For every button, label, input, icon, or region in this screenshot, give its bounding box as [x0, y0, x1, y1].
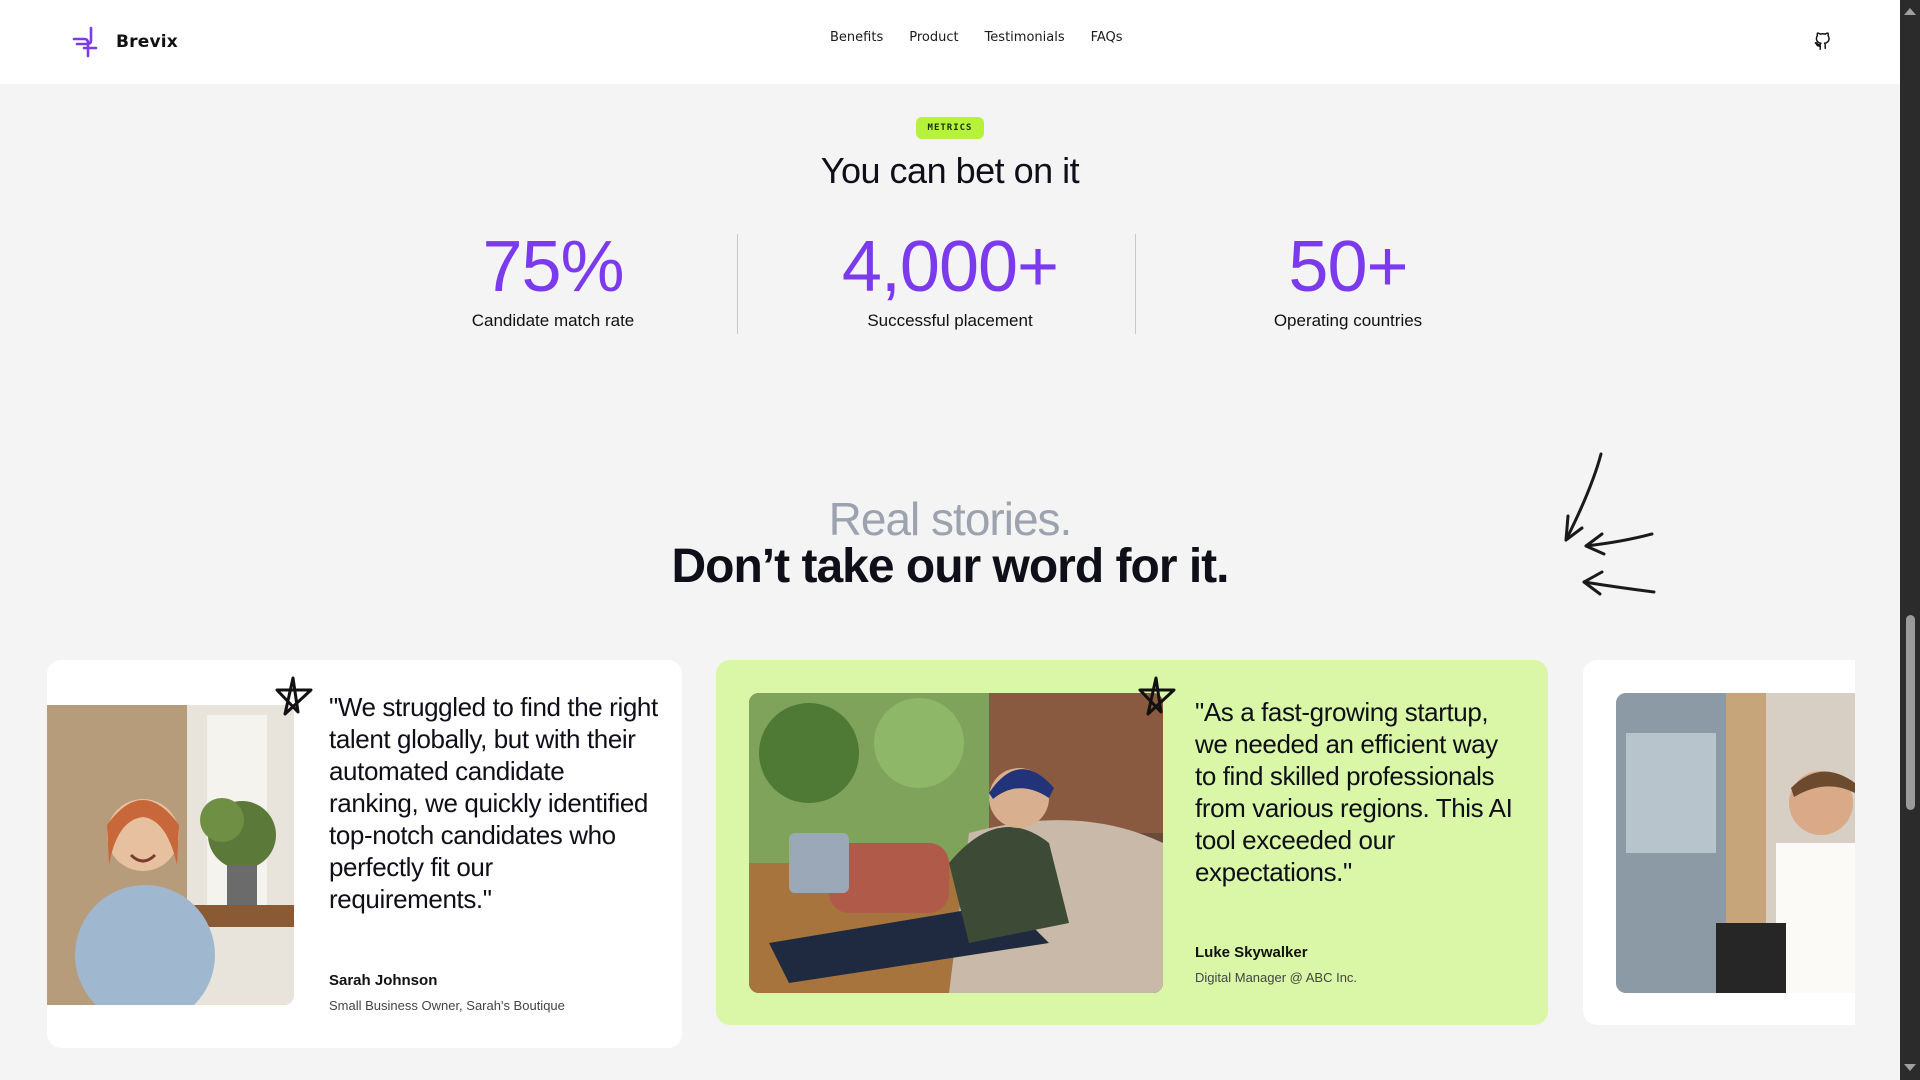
metric-divider — [1135, 234, 1136, 334]
testimonial-photo — [749, 693, 1163, 993]
hand-drawn-arrows-icon — [1564, 452, 1656, 596]
metric-value: 4,000+ — [841, 227, 1059, 307]
nav-testimonials[interactable]: Testimonials — [985, 30, 1065, 45]
testimonial-photo — [47, 705, 294, 1005]
brand-logo[interactable]: Brevix — [72, 26, 178, 58]
nav-benefits[interactable]: Benefits — [830, 30, 883, 45]
metric-label: Candidate match rate — [471, 311, 635, 330]
site-header: Brevix Benefits Product Testimonials FAQ… — [0, 0, 1900, 84]
star-doodle-icon — [1138, 676, 1176, 716]
metric-match-rate: 75% Candidate match rate — [383, 225, 723, 331]
metrics-badge: METRICS — [916, 117, 984, 139]
testimonial-card: "As a fast-growing startup, we needed an… — [716, 660, 1548, 1025]
scroll-up-arrow-icon[interactable] — [1904, 8, 1916, 15]
metric-value: 75% — [482, 227, 624, 307]
testimonial-quote: "We struggled to find the right talent g… — [329, 692, 658, 914]
metric-divider — [737, 234, 738, 334]
testimonial-quote: "As a fast-growing startup, we needed an… — [1195, 697, 1513, 887]
scroll-thumb[interactable] — [1906, 615, 1915, 810]
nav-product[interactable]: Product — [909, 30, 958, 45]
testimonial-role: Small Business Owner, Sarah's Boutique — [329, 998, 565, 1013]
nav-faqs[interactable]: FAQs — [1091, 30, 1123, 45]
testimonial-role: Digital Manager @ ABC Inc. — [1195, 970, 1358, 985]
testimonial-author: Luke Skywalker — [1195, 944, 1308, 961]
metric-placements: 4,000+ Successful placement — [780, 225, 1120, 331]
metric-label: Operating countries — [1273, 311, 1423, 330]
brevix-logo-icon — [72, 26, 98, 58]
testimonial-card: "We struggled to find the right talent g… — [47, 660, 682, 1048]
main-nav: Benefits Product Testimonials FAQs — [830, 30, 1123, 45]
metrics-title: You can bet on it — [820, 150, 1080, 191]
metric-countries: 50+ Operating countries — [1178, 225, 1518, 331]
star-doodle-icon — [275, 676, 313, 716]
github-icon[interactable] — [1812, 30, 1834, 52]
page-scrollbar[interactable] — [1900, 0, 1920, 1080]
scroll-down-arrow-icon[interactable] — [1904, 1064, 1916, 1071]
brand-name: Brevix — [116, 32, 178, 52]
testimonial-card — [1583, 660, 1855, 1025]
testimonial-photo — [1616, 693, 1855, 993]
testimonial-author: Sarah Johnson — [329, 972, 438, 989]
metric-value: 50+ — [1288, 227, 1408, 307]
metric-label: Successful placement — [867, 311, 1033, 330]
